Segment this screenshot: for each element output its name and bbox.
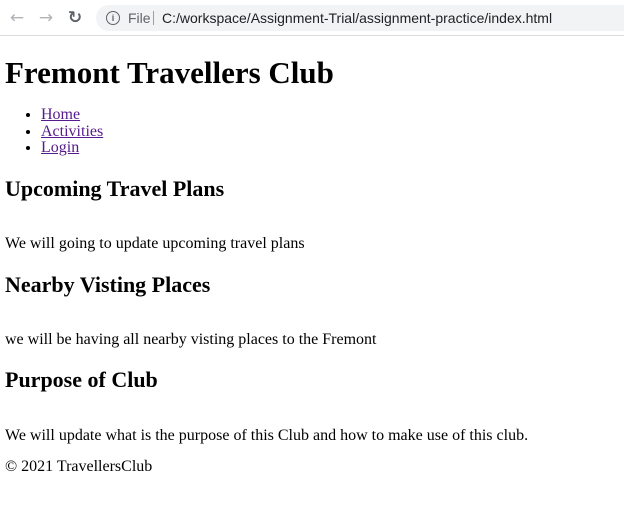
separator — [153, 11, 154, 25]
url-text[interactable]: C:/workspace/Assignment-Trial/assignment… — [162, 5, 552, 31]
browser-toolbar: ← → ↻ i File C:/workspace/Assignment-Tri… — [0, 0, 624, 36]
section-heading: Upcoming Travel Plans — [5, 176, 225, 201]
footer: © 2021 TravellersClub — [5, 458, 153, 475]
reload-icon: ↻ — [67, 8, 83, 28]
scheme-label: File — [128, 10, 151, 26]
nav-item: Login — [41, 140, 103, 157]
section-heading: Nearby Visting Places — [5, 272, 211, 297]
nav-link-activities[interactable]: Activities — [41, 123, 103, 140]
section-text: we will be having all nearby visting pla… — [5, 331, 377, 348]
arrow-left-icon: ← — [9, 8, 25, 28]
nav-item: Activities — [41, 123, 103, 141]
section-text: We will going to update upcoming travel … — [5, 235, 305, 252]
arrow-right-icon: → — [38, 8, 54, 28]
back-button[interactable]: ← — [5, 6, 29, 30]
forward-button[interactable]: → — [34, 6, 58, 30]
section-heading: Purpose of Club — [5, 367, 158, 392]
reload-button[interactable]: ↻ — [63, 6, 87, 30]
nav-link-home[interactable]: Home — [41, 106, 80, 123]
nav-item: Home — [41, 106, 103, 124]
address-bar[interactable]: i File C:/workspace/Assignment-Trial/ass… — [96, 5, 624, 31]
section-text: We will update what is the purpose of th… — [5, 427, 529, 444]
page-title: Fremont Travellers Club — [5, 55, 334, 90]
main-nav: Home Activities Login — [0, 106, 103, 157]
nav-link-login[interactable]: Login — [41, 139, 79, 157]
info-icon[interactable]: i — [106, 11, 120, 25]
